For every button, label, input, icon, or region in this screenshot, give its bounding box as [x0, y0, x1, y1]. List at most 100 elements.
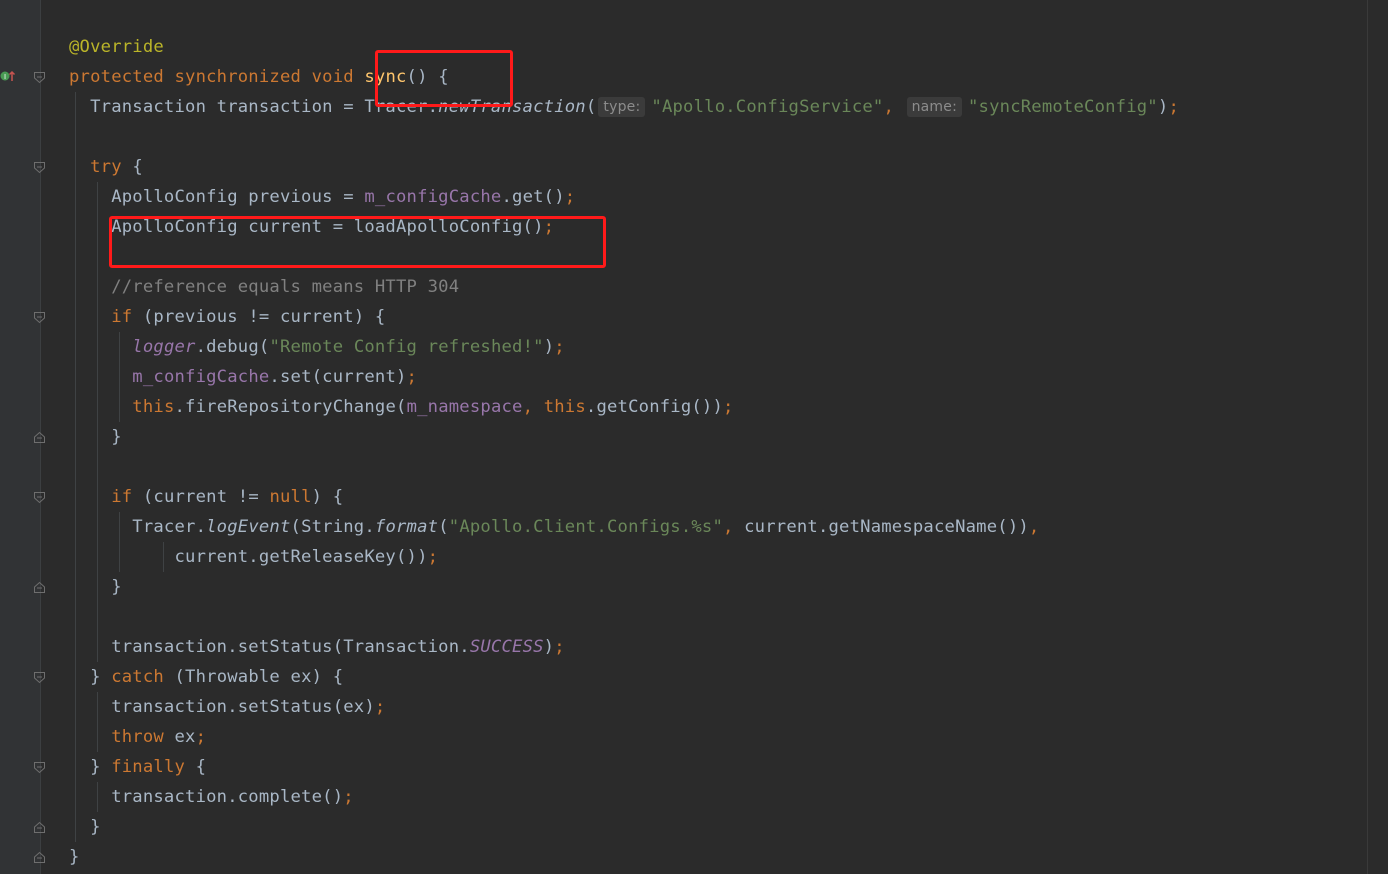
code-token: transaction.complete() [69, 787, 344, 807]
code-token: ; [374, 697, 386, 717]
code-token: ; [554, 337, 565, 357]
override-method-icon[interactable]: I [0, 68, 16, 82]
code-token: Tracer. [69, 517, 207, 537]
code-token: ; [406, 367, 418, 387]
code-line[interactable]: } catch (Throwable ex) { [69, 662, 343, 692]
code-token: ; [723, 397, 734, 417]
code-token: SUCCESS [469, 637, 544, 657]
code-line[interactable]: Transaction transaction = Tracer.newTran… [69, 92, 1179, 122]
code-token: this [543, 397, 586, 417]
code-token: if [111, 487, 133, 507]
code-line[interactable]: this.fireRepositoryChange(m_namespace, t… [69, 392, 734, 422]
code-token: "Remote Config refreshed!" [269, 337, 544, 357]
code-token: if [111, 307, 133, 327]
code-token: , [883, 97, 905, 117]
code-token: } [69, 577, 122, 597]
code-token: ) [1157, 97, 1169, 117]
code-editor[interactable]: I @Override protected synchronized void s… [0, 0, 1388, 874]
code-token: ; [427, 547, 439, 567]
code-token: ) { [311, 487, 344, 507]
code-token: , [723, 517, 745, 537]
code-token: transaction.setStatus(ex) [69, 697, 375, 717]
load-config-highlight [109, 216, 606, 268]
code-token: "Apollo.ConfigService" [651, 97, 884, 117]
code-line[interactable]: //reference equals means HTTP 304 [69, 272, 459, 302]
code-token: //reference equals means HTTP 304 [69, 277, 460, 297]
code-token: logEvent [206, 517, 291, 537]
code-line[interactable]: m_configCache.set(current); [69, 362, 417, 392]
svg-text:I: I [4, 73, 6, 81]
code-token: .fireRepositoryChange( [174, 397, 407, 417]
code-token: null [269, 487, 312, 507]
code-token: protected synchronized void [69, 67, 365, 87]
code-token: (previous != current) { [132, 307, 386, 327]
code-token: (String. [290, 517, 375, 537]
code-token: current.getNamespaceName()) [744, 517, 1029, 537]
code-line[interactable]: throw ex; [69, 722, 206, 752]
fold-close-icon[interactable] [33, 821, 46, 834]
code-token: } [69, 427, 122, 447]
code-token: try [90, 157, 122, 177]
code-token: "Apollo.Client.Configs.%s" [448, 517, 724, 537]
code-token: ; [564, 187, 576, 207]
code-token: (current != [132, 487, 270, 507]
code-token: m_namespace [406, 397, 523, 417]
fold-open-icon[interactable] [33, 671, 46, 684]
code-token: , [522, 397, 544, 417]
code-line[interactable]: } [69, 842, 80, 872]
code-line[interactable]: } [69, 812, 101, 842]
code-token: ; [343, 787, 354, 807]
code-line[interactable]: current.getReleaseKey()); [69, 542, 438, 572]
code-line[interactable]: } [69, 572, 122, 602]
fold-open-icon[interactable] [33, 161, 46, 174]
code-line[interactable]: transaction.setStatus(Transaction.SUCCES… [69, 632, 565, 662]
parameter-hint: name: [906, 97, 962, 117]
fold-open-icon[interactable] [33, 761, 46, 774]
code-token: logger [132, 337, 196, 357]
code-token: .set(current) [269, 367, 407, 387]
code-token: (Throwable ex) { [163, 667, 344, 687]
code-line[interactable]: logger.debug("Remote Config refreshed!")… [69, 332, 565, 362]
code-token: { [121, 157, 143, 177]
code-token: "syncRemoteConfig" [968, 97, 1158, 117]
code-token: ) [543, 637, 555, 657]
code-line[interactable]: @Override [69, 32, 164, 62]
code-line[interactable]: } [69, 422, 122, 452]
fold-open-icon[interactable] [33, 311, 46, 324]
code-token: , [1028, 517, 1040, 537]
code-token: catch [111, 667, 164, 687]
code-line[interactable]: ApolloConfig previous = m_configCache.ge… [69, 182, 575, 212]
code-token: } [69, 667, 112, 687]
code-token: .getConfig()) [585, 397, 724, 417]
code-token: finally [111, 757, 186, 777]
code-line[interactable]: transaction.setStatus(ex); [69, 692, 385, 722]
parameter-hint: type: [598, 97, 646, 117]
fold-close-icon[interactable] [33, 431, 46, 444]
fold-open-icon[interactable] [33, 71, 46, 84]
code-line[interactable]: Tracer.logEvent(String.format("Apollo.Cl… [69, 512, 1039, 542]
fold-close-icon[interactable] [33, 581, 46, 594]
right-margin-guide [1367, 0, 1368, 874]
code-token: format [374, 517, 439, 537]
code-token: ex [163, 727, 196, 747]
code-token: ; [1168, 97, 1179, 117]
code-line[interactable]: transaction.complete(); [69, 782, 354, 812]
code-token: { [185, 757, 207, 777]
code-token: m_configCache [132, 367, 270, 387]
code-line[interactable]: try { [69, 152, 143, 182]
code-line[interactable]: if (previous != current) { [69, 302, 385, 332]
code-line[interactable]: } finally { [69, 752, 206, 782]
code-token: @Override [69, 37, 164, 57]
fold-open-icon[interactable] [33, 491, 46, 504]
code-token: } [69, 817, 101, 837]
code-token: } [69, 847, 80, 867]
code-token: ApolloConfig previous = [69, 187, 365, 207]
sync-method-highlight [375, 50, 513, 107]
code-token: ; [554, 637, 565, 657]
code-line[interactable]: if (current != null) { [69, 482, 343, 512]
fold-close-icon[interactable] [33, 851, 46, 864]
